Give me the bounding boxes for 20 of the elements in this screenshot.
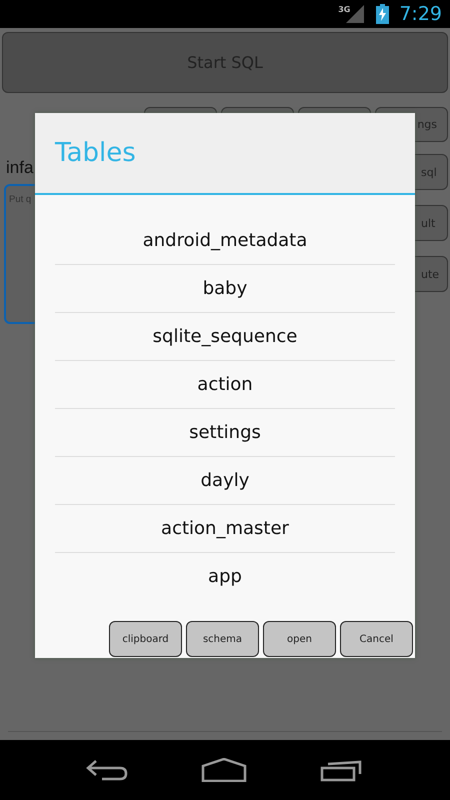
battery-charging-icon xyxy=(376,4,390,24)
dialog-button[interactable]: schema xyxy=(186,621,259,657)
dialog-title: Tables xyxy=(55,138,136,168)
table-list-item[interactable]: baby xyxy=(55,265,395,313)
home-icon[interactable] xyxy=(200,758,247,782)
section-label: infa xyxy=(6,157,34,179)
dialog-button[interactable]: clipboard xyxy=(109,621,182,657)
dialog-button[interactable]: Cancel xyxy=(340,621,413,657)
table-list-item[interactable]: app xyxy=(55,553,395,600)
table-list-item[interactable]: action_master xyxy=(55,505,395,553)
recent-apps-icon[interactable] xyxy=(320,758,364,782)
back-icon[interactable] xyxy=(86,759,128,781)
table-list-item[interactable]: dayly xyxy=(55,457,395,505)
table-list-item[interactable]: android_metadata xyxy=(55,217,395,265)
clock: 7:29 xyxy=(399,3,442,25)
table-list-item[interactable]: action xyxy=(55,361,395,409)
network-type: 3G xyxy=(338,5,350,14)
dialog-button[interactable]: open xyxy=(263,621,336,657)
table-list-item[interactable]: sqlite_sequence xyxy=(55,313,395,361)
table-list-item[interactable]: settings xyxy=(55,409,395,457)
